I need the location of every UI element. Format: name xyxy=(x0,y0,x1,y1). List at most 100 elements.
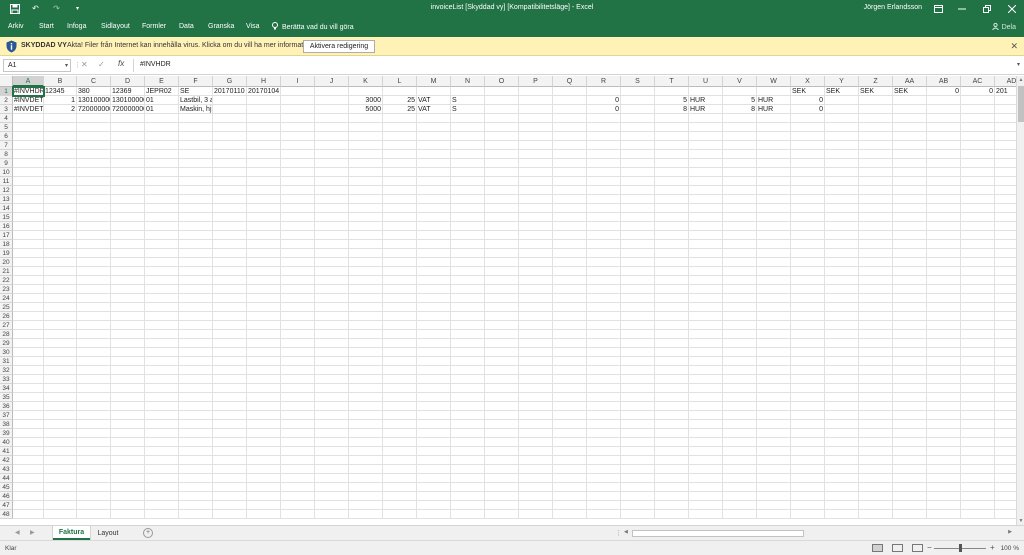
cell-F46[interactable] xyxy=(179,492,213,501)
cell-R12[interactable] xyxy=(587,186,621,195)
cell-R30[interactable] xyxy=(587,348,621,357)
cell-Y20[interactable] xyxy=(825,258,859,267)
cell-O21[interactable] xyxy=(485,267,519,276)
cell-K6[interactable] xyxy=(349,132,383,141)
cell-L31[interactable] xyxy=(383,357,417,366)
cell-I9[interactable] xyxy=(281,159,315,168)
cell-Z32[interactable] xyxy=(859,366,893,375)
cell-AD43[interactable] xyxy=(995,465,1016,474)
cell-H34[interactable] xyxy=(247,384,281,393)
cell-Z38[interactable] xyxy=(859,420,893,429)
cell-D11[interactable] xyxy=(111,177,145,186)
cell-X32[interactable] xyxy=(791,366,825,375)
cell-AC13[interactable] xyxy=(961,195,995,204)
cell-K5[interactable] xyxy=(349,123,383,132)
cell-AD7[interactable] xyxy=(995,141,1016,150)
cell-W15[interactable] xyxy=(757,213,791,222)
cell-X26[interactable] xyxy=(791,312,825,321)
cell-Z17[interactable] xyxy=(859,231,893,240)
cell-AB14[interactable] xyxy=(927,204,961,213)
cell-S19[interactable] xyxy=(621,249,655,258)
cell-V36[interactable] xyxy=(723,402,757,411)
cell-U8[interactable] xyxy=(689,150,723,159)
cell-W45[interactable] xyxy=(757,483,791,492)
row-header-30[interactable]: 30 xyxy=(0,348,13,357)
cell-Z28[interactable] xyxy=(859,330,893,339)
cell-J6[interactable] xyxy=(315,132,349,141)
cell-AB24[interactable] xyxy=(927,294,961,303)
cell-J47[interactable] xyxy=(315,501,349,510)
cell-C24[interactable] xyxy=(77,294,111,303)
cell-Q29[interactable] xyxy=(553,339,587,348)
column-header-AD[interactable]: AD xyxy=(995,76,1016,87)
cell-V22[interactable] xyxy=(723,276,757,285)
cell-M31[interactable] xyxy=(417,357,451,366)
cell-Y47[interactable] xyxy=(825,501,859,510)
horizontal-scrollbar[interactable]: ◀ ▶ xyxy=(622,529,1014,538)
cell-V1[interactable] xyxy=(723,87,757,96)
cell-S34[interactable] xyxy=(621,384,655,393)
cell-V5[interactable] xyxy=(723,123,757,132)
cell-Q41[interactable] xyxy=(553,447,587,456)
cell-AB10[interactable] xyxy=(927,168,961,177)
cell-Z40[interactable] xyxy=(859,438,893,447)
cell-AC40[interactable] xyxy=(961,438,995,447)
cell-AB11[interactable] xyxy=(927,177,961,186)
cell-S40[interactable] xyxy=(621,438,655,447)
cell-O25[interactable] xyxy=(485,303,519,312)
cell-C19[interactable] xyxy=(77,249,111,258)
cell-O35[interactable] xyxy=(485,393,519,402)
cell-R27[interactable] xyxy=(587,321,621,330)
cell-S9[interactable] xyxy=(621,159,655,168)
row-header-13[interactable]: 13 xyxy=(0,195,13,204)
cell-E46[interactable] xyxy=(145,492,179,501)
cell-AB17[interactable] xyxy=(927,231,961,240)
cell-W1[interactable] xyxy=(757,87,791,96)
cell-S32[interactable] xyxy=(621,366,655,375)
cell-AC20[interactable] xyxy=(961,258,995,267)
cell-F10[interactable] xyxy=(179,168,213,177)
cell-C10[interactable] xyxy=(77,168,111,177)
cell-M14[interactable] xyxy=(417,204,451,213)
cell-E38[interactable] xyxy=(145,420,179,429)
cell-N14[interactable] xyxy=(451,204,485,213)
cell-K19[interactable] xyxy=(349,249,383,258)
cell-S17[interactable] xyxy=(621,231,655,240)
cell-V13[interactable] xyxy=(723,195,757,204)
cell-D1[interactable]: 12369 xyxy=(111,87,145,96)
cell-D12[interactable] xyxy=(111,186,145,195)
cell-R28[interactable] xyxy=(587,330,621,339)
cell-C12[interactable] xyxy=(77,186,111,195)
horizontal-scroll-thumb[interactable] xyxy=(632,530,804,537)
cell-H10[interactable] xyxy=(247,168,281,177)
cell-M17[interactable] xyxy=(417,231,451,240)
cell-U31[interactable] xyxy=(689,357,723,366)
cell-P27[interactable] xyxy=(519,321,553,330)
cell-A28[interactable] xyxy=(13,330,44,339)
cell-G38[interactable] xyxy=(213,420,247,429)
cell-T17[interactable] xyxy=(655,231,689,240)
cell-AA27[interactable] xyxy=(893,321,927,330)
cell-E45[interactable] xyxy=(145,483,179,492)
cell-AB40[interactable] xyxy=(927,438,961,447)
cell-AB30[interactable] xyxy=(927,348,961,357)
cell-H2[interactable] xyxy=(247,96,281,105)
cell-Y46[interactable] xyxy=(825,492,859,501)
cell-I25[interactable] xyxy=(281,303,315,312)
cell-J14[interactable] xyxy=(315,204,349,213)
cell-A14[interactable] xyxy=(13,204,44,213)
cell-M41[interactable] xyxy=(417,447,451,456)
cell-H43[interactable] xyxy=(247,465,281,474)
cell-T7[interactable] xyxy=(655,141,689,150)
cell-G46[interactable] xyxy=(213,492,247,501)
cell-T38[interactable] xyxy=(655,420,689,429)
cell-F45[interactable] xyxy=(179,483,213,492)
cell-X36[interactable] xyxy=(791,402,825,411)
cell-S12[interactable] xyxy=(621,186,655,195)
cell-D37[interactable] xyxy=(111,411,145,420)
cell-I26[interactable] xyxy=(281,312,315,321)
cell-K44[interactable] xyxy=(349,474,383,483)
cell-AA5[interactable] xyxy=(893,123,927,132)
cell-H15[interactable] xyxy=(247,213,281,222)
cell-R9[interactable] xyxy=(587,159,621,168)
